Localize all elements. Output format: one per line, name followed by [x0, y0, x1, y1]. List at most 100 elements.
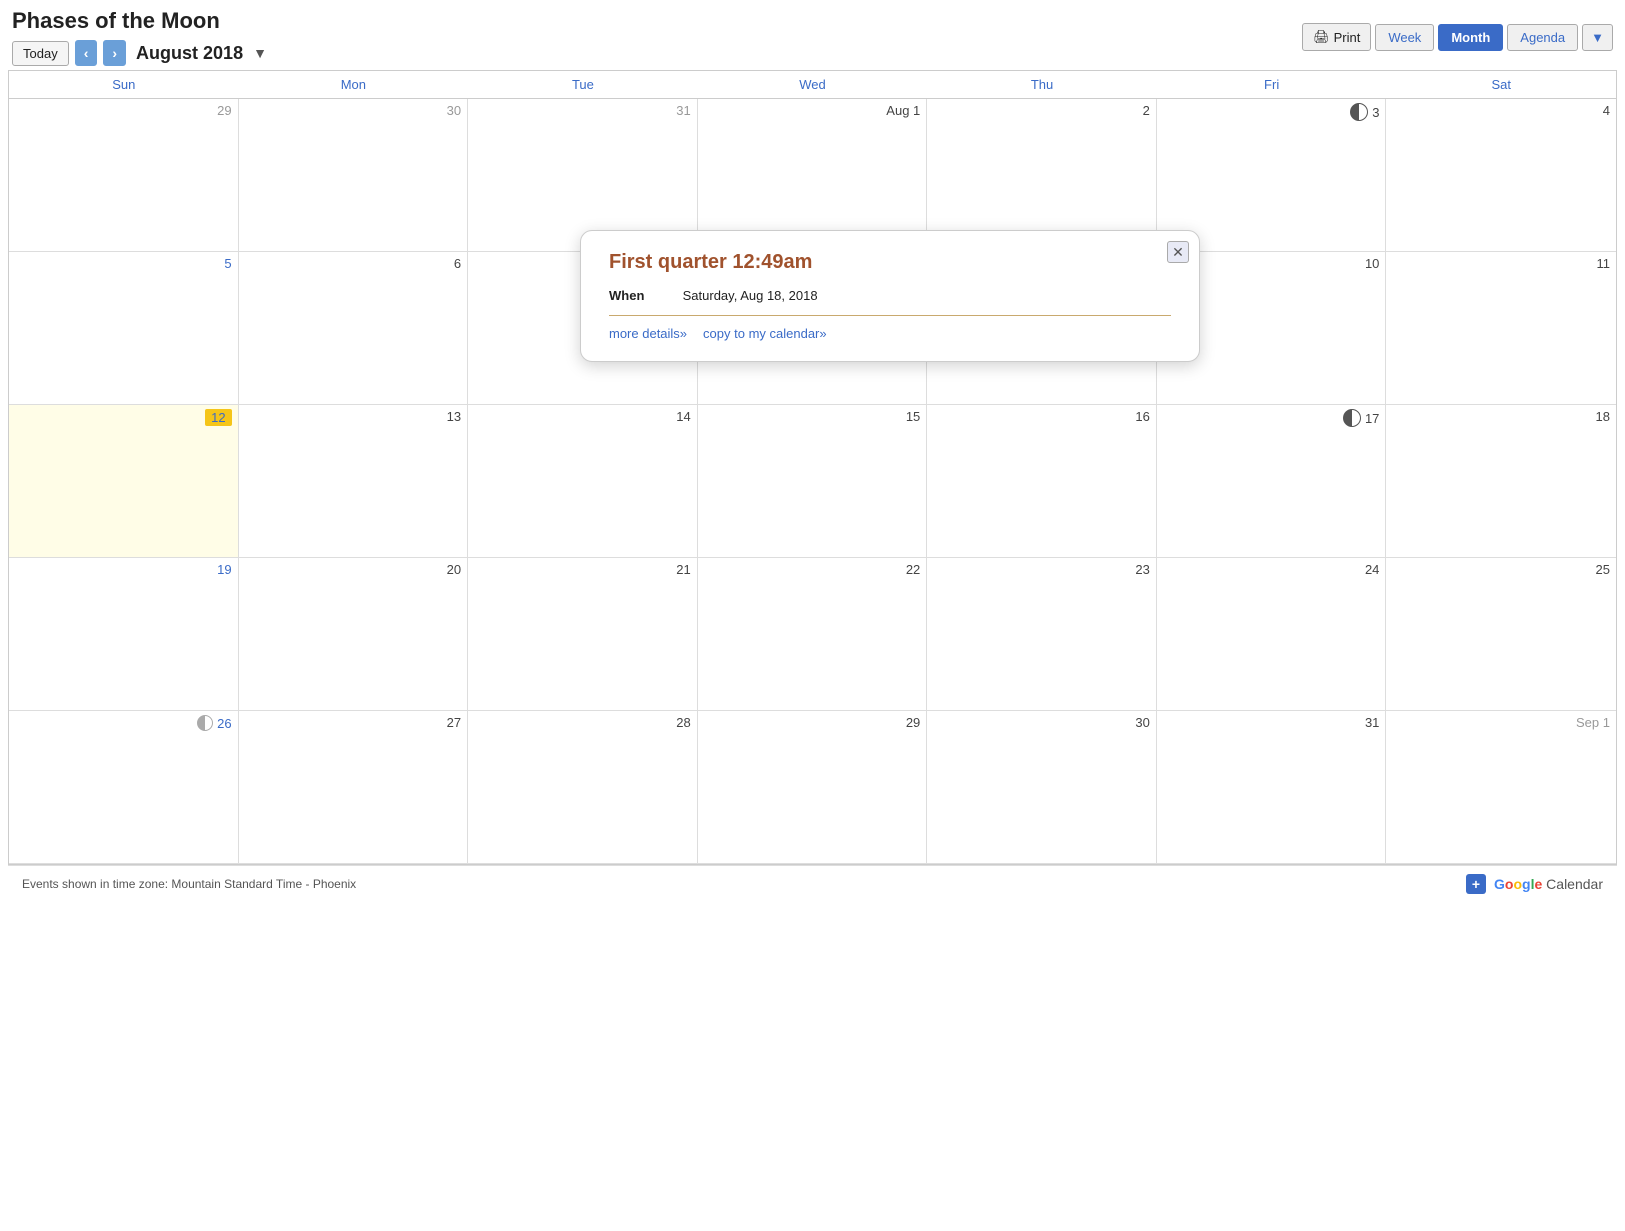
cal-cell-aug14[interactable]: 14 — [468, 405, 698, 558]
day-number: 2 — [933, 103, 1150, 118]
agenda-view-button[interactable]: Agenda — [1507, 24, 1578, 51]
printer-icon: 🖨 — [1313, 29, 1330, 45]
gcal-text: Calendar — [1546, 876, 1603, 892]
day-number: 23 — [933, 562, 1150, 577]
cal-cell-aug16[interactable]: 16 — [927, 405, 1157, 558]
cal-cell-aug4[interactable]: 4 — [1386, 99, 1616, 252]
print-label: Print — [1334, 30, 1361, 45]
day-number: 12 — [15, 409, 232, 426]
month-dropdown-arrow[interactable]: ▼ — [253, 45, 267, 61]
day-number: 30 — [933, 715, 1150, 730]
cal-cell-aug18[interactable]: 18 — [1386, 405, 1616, 558]
cal-cell-row1-sun[interactable]: 29 — [9, 99, 239, 252]
prev-arrow[interactable]: ‹ — [75, 40, 98, 66]
cal-cell-aug13[interactable]: 13 — [239, 405, 469, 558]
cal-cell-aug5[interactable]: 5 — [9, 252, 239, 405]
day-number: 28 — [474, 715, 691, 730]
page-title: Phases of the Moon — [12, 8, 267, 34]
cal-cell-aug20[interactable]: 20 — [239, 558, 469, 711]
month-title: August 2018 — [136, 43, 243, 64]
footer-timezone-text: Events shown in time zone: Mountain Stan… — [22, 877, 356, 891]
cal-cell-aug12-today[interactable]: 12 — [9, 405, 239, 558]
day-number: 20 — [245, 562, 462, 577]
day-number: 17 — [1163, 409, 1380, 427]
cal-cell-aug21[interactable]: 21 — [468, 558, 698, 711]
day-header-sat: Sat — [1386, 71, 1616, 98]
day-number: 13 — [245, 409, 462, 424]
cal-cell-aug3[interactable]: 3 — [1157, 99, 1387, 252]
day-number: 31 — [474, 103, 691, 118]
day-header-fri: Fri — [1157, 71, 1387, 98]
cal-cell-aug11[interactable]: 11 — [1386, 252, 1616, 405]
day-number: 26 — [15, 715, 232, 731]
today-button[interactable]: Today — [12, 41, 69, 66]
popup-title: First quarter 12:49am — [609, 251, 1171, 274]
cal-cell-aug6[interactable]: 6 — [239, 252, 469, 405]
cal-cell-row1-mon[interactable]: 30 — [239, 99, 469, 252]
day-header-tue: Tue — [468, 71, 698, 98]
moon-half-icon — [1343, 409, 1361, 427]
day-number: 6 — [245, 256, 462, 271]
moon-half-icon — [1350, 103, 1368, 121]
next-arrow[interactable]: › — [103, 40, 126, 66]
popup-when-label: When — [609, 288, 679, 303]
popup-when-row: When Saturday, Aug 18, 2018 — [609, 288, 1171, 303]
day-number: 19 — [15, 562, 232, 577]
cal-cell-aug25[interactable]: 25 — [1386, 558, 1616, 711]
cal-cell-aug17[interactable]: 17 — [1157, 405, 1387, 558]
day-header-thu: Thu — [927, 71, 1157, 98]
nav-controls: Today ‹ › August 2018 ▼ — [12, 40, 267, 66]
week-view-button[interactable]: Week — [1375, 24, 1434, 51]
day-header-mon: Mon — [239, 71, 469, 98]
cal-cell-aug19[interactable]: 19 — [9, 558, 239, 711]
day-number: 5 — [15, 256, 232, 271]
cal-cell-aug23[interactable]: 23 — [927, 558, 1157, 711]
gcal-label: Google Calendar — [1494, 876, 1603, 892]
cal-cell-aug28[interactable]: 28 — [468, 711, 698, 864]
cal-cell-aug15[interactable]: 15 — [698, 405, 928, 558]
gcal-plus-icon: + — [1466, 874, 1486, 894]
calendar-grid: 29 30 31 Aug 1 2 3 4 5 6 7 8 9 10 11 12 … — [9, 99, 1616, 864]
day-number: Sep 1 — [1392, 715, 1610, 730]
moon-new-icon — [197, 715, 213, 731]
agenda-dropdown-button[interactable]: ▼ — [1582, 24, 1613, 51]
calendar-container: Sun Mon Tue Wed Thu Fri Sat 29 30 31 Aug… — [8, 70, 1617, 865]
cal-cell-aug22[interactable]: 22 — [698, 558, 928, 711]
day-number: 3 — [1163, 103, 1380, 121]
day-headers: Sun Mon Tue Wed Thu Fri Sat — [9, 71, 1616, 99]
month-view-button[interactable]: Month — [1438, 24, 1503, 51]
day-number: 29 — [704, 715, 921, 730]
popup-close-button[interactable]: ✕ — [1167, 241, 1189, 263]
day-number: 21 — [474, 562, 691, 577]
day-number: 15 — [704, 409, 921, 424]
day-number: 27 — [245, 715, 462, 730]
more-details-link[interactable]: more details» — [609, 326, 687, 341]
cal-cell-aug26[interactable]: 26 — [9, 711, 239, 864]
view-controls: 🖨 Print Week Month Agenda ▼ — [1302, 23, 1613, 51]
day-number: 25 — [1392, 562, 1610, 577]
google-calendar-badge: + Google Calendar — [1466, 874, 1603, 894]
day-number: 14 — [474, 409, 691, 424]
day-number: 29 — [15, 103, 232, 118]
event-popup: ✕ First quarter 12:49am When Saturday, A… — [580, 230, 1200, 362]
copy-to-calendar-link[interactable]: copy to my calendar» — [703, 326, 827, 341]
popup-divider — [609, 315, 1171, 316]
cal-cell-aug27[interactable]: 27 — [239, 711, 469, 864]
day-number: 24 — [1163, 562, 1380, 577]
popup-when-value: Saturday, Aug 18, 2018 — [683, 288, 818, 303]
cal-cell-aug29[interactable]: 29 — [698, 711, 928, 864]
day-number: 4 — [1392, 103, 1610, 118]
day-number: 18 — [1392, 409, 1610, 424]
day-number: 30 — [245, 103, 462, 118]
popup-links: more details» copy to my calendar» — [609, 326, 1171, 341]
cal-cell-aug31[interactable]: 31 — [1157, 711, 1387, 864]
day-number: Aug 1 — [704, 103, 921, 118]
cal-cell-aug30[interactable]: 30 — [927, 711, 1157, 864]
print-button[interactable]: 🖨 Print — [1302, 23, 1371, 51]
day-number: 31 — [1163, 715, 1380, 730]
day-number: 22 — [704, 562, 921, 577]
cal-cell-aug24[interactable]: 24 — [1157, 558, 1387, 711]
cal-cell-sep1[interactable]: Sep 1 — [1386, 711, 1616, 864]
day-number: 11 — [1392, 256, 1610, 271]
today-highlight: 12 — [205, 409, 231, 426]
